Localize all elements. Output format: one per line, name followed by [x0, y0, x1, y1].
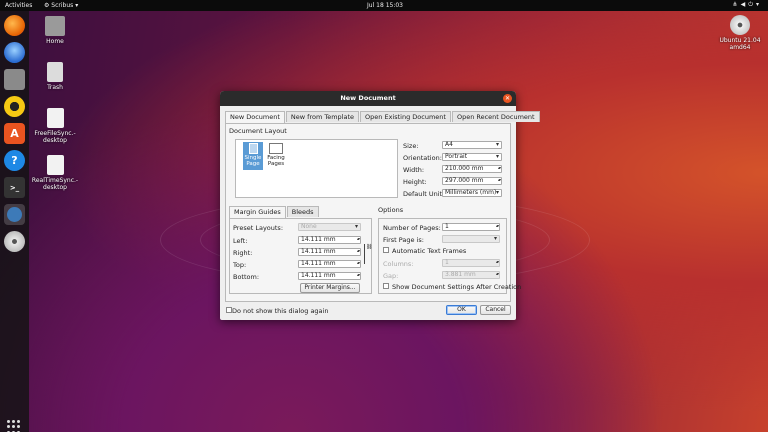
thunderbird-icon[interactable] — [4, 42, 25, 63]
close-icon[interactable]: ✕ — [503, 94, 512, 103]
desktop-home-label: Home — [46, 38, 64, 45]
height-label: Height: — [403, 178, 427, 186]
single-page-option[interactable]: Single Page — [243, 142, 263, 170]
options-heading: Options — [378, 206, 404, 214]
gear-icon — [46, 108, 64, 128]
tab-open-recent[interactable]: Open Recent Document — [451, 111, 540, 122]
page-icon — [248, 143, 258, 154]
activities-button[interactable]: Activities — [5, 2, 32, 9]
top-bar: Activities ⚙ Scribus ▾ Jul 18 15:03 ⋔◀⏻▾ — [0, 0, 768, 11]
dialog-title: New Document — [340, 94, 396, 102]
preset-layouts-label: Preset Layouts: — [233, 224, 284, 232]
bottom-margin-label: Bottom: — [233, 273, 260, 281]
orientation-select[interactable]: Portrait — [442, 153, 502, 161]
left-margin-label: Left: — [233, 237, 248, 245]
default-unit-label: Default Unit: — [403, 190, 445, 198]
disc-icon — [730, 15, 750, 35]
link-margins-icon[interactable]: ⛓ — [364, 244, 372, 264]
left-margin-field[interactable]: 14.111 mm — [298, 236, 361, 244]
files-icon[interactable] — [4, 69, 25, 90]
number-of-pages-label: Number of Pages: — [383, 224, 441, 232]
top-margin-label: Top: — [233, 261, 247, 269]
size-label: Size: — [403, 142, 419, 150]
desktop-ubuntu-disk[interactable]: Ubuntu 21.04 amd64 — [710, 15, 768, 51]
columns-label: Columns: — [383, 260, 414, 268]
desktop-realtimesync-label: RealTimeSync.-desktop — [31, 177, 79, 191]
bottom-margin-field[interactable]: 14.111 mm — [298, 272, 361, 280]
gap-label: Gap: — [383, 272, 399, 280]
network-icon: ⋔ — [732, 1, 741, 8]
terminal-icon[interactable]: >_ — [4, 177, 25, 198]
show-settings-checkbox[interactable] — [383, 283, 389, 289]
top-margin-field[interactable]: 14.111 mm — [298, 260, 361, 268]
margin-guides-panel: Preset Layouts: None Left: 14.111 mm Rig… — [229, 218, 372, 294]
show-apps-icon[interactable] — [7, 420, 21, 432]
width-field[interactable]: 210.000 mm — [442, 165, 502, 173]
first-page-label: First Page is: — [383, 236, 424, 244]
auto-text-frames-label: Automatic Text Frames — [392, 247, 467, 255]
folder-icon — [45, 16, 65, 36]
facing-pages-option[interactable]: Facing Pages — [264, 142, 288, 170]
cancel-button[interactable]: Cancel — [480, 305, 511, 315]
orientation-label: Orientation: — [403, 154, 442, 162]
help-icon[interactable]: ? — [4, 150, 25, 171]
document-layout-heading: Document Layout — [229, 127, 287, 135]
tab-margin-guides[interactable]: Margin Guides — [229, 206, 286, 218]
number-of-pages-field[interactable]: 1 — [442, 223, 500, 231]
desktop-trash[interactable]: Trash — [25, 62, 85, 91]
desktop-realtimesync[interactable]: RealTimeSync.-desktop — [25, 155, 85, 191]
scribus-icon[interactable] — [4, 204, 25, 225]
app-menu[interactable]: ⚙ Scribus ▾ — [44, 2, 78, 9]
trash-icon — [47, 62, 63, 82]
desktop-home[interactable]: Home — [25, 16, 85, 45]
single-page-label: Single Page — [244, 155, 262, 167]
size-select[interactable]: A4 — [442, 141, 502, 149]
dialog-tabs: New Document New from Template Open Exis… — [225, 111, 541, 123]
desktop-freefilesync[interactable]: FreeFileSync.-desktop — [25, 108, 85, 144]
clock[interactable]: Jul 18 15:03 — [367, 2, 403, 9]
tab-new-document[interactable]: New Document — [225, 111, 285, 123]
preset-layouts-select: None — [298, 223, 361, 231]
app-menu-label: Scribus — [51, 2, 74, 9]
height-field[interactable]: 297.000 mm — [442, 177, 502, 185]
chevron-down-icon: ▾ — [755, 1, 762, 8]
new-document-dialog: New Document ✕ New Document New from Tem… — [220, 91, 540, 320]
printer-margins-button[interactable]: Printer Margins... — [300, 283, 360, 293]
desktop-freefilesync-label: FreeFileSync.-desktop — [34, 130, 76, 144]
ok-button[interactable]: OK — [446, 305, 477, 315]
tab-new-from-template[interactable]: New from Template — [285, 111, 360, 122]
options-panel: Number of Pages: 1 First Page is: Automa… — [378, 218, 521, 294]
width-label: Width: — [403, 166, 425, 174]
gear-icon — [46, 155, 64, 175]
rhythmbox-icon[interactable] — [4, 96, 25, 117]
tab-bleeds[interactable]: Bleeds — [286, 206, 319, 217]
default-unit-select[interactable]: Millimeters (mm) — [442, 189, 502, 197]
firefox-icon[interactable] — [4, 15, 25, 36]
show-settings-label: Show Document Settings After Creation — [392, 283, 522, 291]
dialog-titlebar[interactable]: New Document ✕ — [220, 91, 516, 106]
columns-field: 1 — [442, 259, 500, 267]
tab-open-existing[interactable]: Open Existing Document — [360, 111, 451, 122]
right-margin-label: Right: — [233, 249, 253, 257]
desktop-ubuntu-disk-label: Ubuntu 21.04 amd64 — [719, 37, 761, 51]
layout-chooser: Single Page Facing Pages — [235, 139, 398, 198]
new-document-panel: Document Layout Single Page Facing Pages… — [225, 123, 521, 302]
first-page-select — [442, 235, 500, 243]
desktop-trash-label: Trash — [47, 84, 63, 91]
software-icon[interactable]: A — [4, 123, 25, 144]
dvd-icon[interactable] — [4, 231, 25, 252]
system-tray[interactable]: ⋔◀⏻▾ — [733, 1, 762, 9]
margin-tabs: Margin Guides Bleeds — [229, 206, 320, 218]
auto-text-frames-checkbox[interactable] — [383, 247, 389, 253]
right-margin-field[interactable]: 14.111 mm — [298, 248, 361, 256]
gap-field: 3.881 mm — [442, 271, 500, 279]
book-icon — [269, 143, 283, 154]
power-icon: ⏻ — [748, 1, 756, 8]
facing-pages-label: Facing Pages — [267, 155, 285, 167]
dont-show-label: Do not show this dialog again — [232, 307, 329, 315]
